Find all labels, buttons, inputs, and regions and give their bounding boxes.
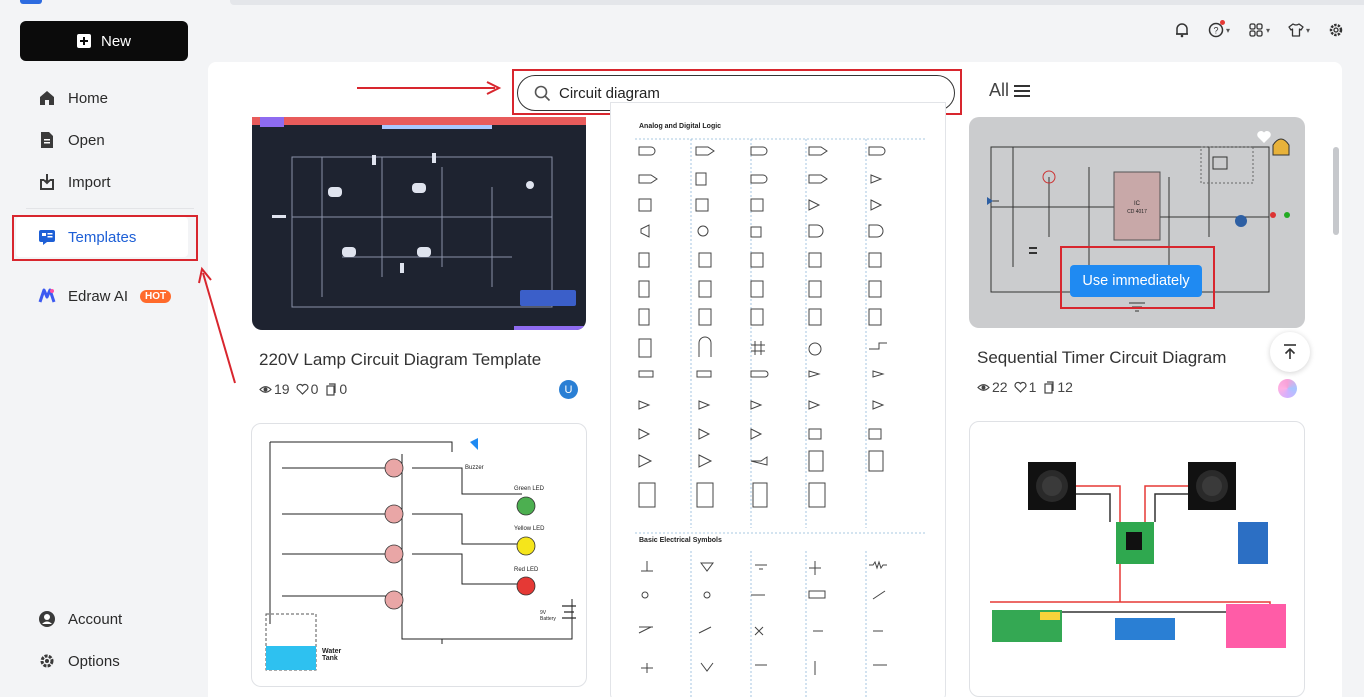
scrollbar-thumb[interactable] (1333, 147, 1339, 235)
new-button[interactable]: New (20, 21, 188, 61)
sidebar-divider (26, 208, 194, 209)
chevron-down-icon: ▾ (1265, 25, 1270, 35)
copies-count: 12 (1042, 379, 1073, 395)
sidebar-item-label: Options (68, 652, 120, 670)
template-thumbnail[interactable] (252, 117, 586, 330)
svg-text:CD 4017: CD 4017 (1127, 209, 1147, 215)
bell-icon (1175, 23, 1188, 38)
eye-icon (259, 385, 272, 393)
views-count: 19 (259, 381, 290, 397)
red-led-label: Red LED (514, 567, 539, 573)
sidebar-item-label: Edraw AI (68, 287, 129, 305)
plus-icon (76, 34, 91, 48)
sidebar-item-label: Account (68, 610, 123, 628)
sidebar-item-label: Templates (68, 228, 137, 246)
yellow-led-label: Yellow LED (514, 526, 545, 532)
copies-count: 0 (324, 381, 347, 397)
category-filter[interactable]: All (989, 80, 1031, 101)
template-thumbnail[interactable]: Analog and Digital Logic Basic Electrica… (610, 102, 946, 697)
water-tank-circuit-preview (265, 438, 576, 671)
help-button[interactable]: ? ▾ (1208, 20, 1230, 38)
apps-button[interactable]: ▾ (1248, 22, 1270, 38)
sidebar-item-open[interactable]: Open (38, 126, 105, 154)
account-icon (39, 611, 55, 627)
sidebar-item-account[interactable]: Account (38, 605, 122, 633)
battery-label: 9V Battery (540, 610, 556, 622)
theme-button[interactable]: ▾ (1288, 22, 1310, 38)
views-count: 22 (977, 379, 1008, 395)
circuit-preview-dark (252, 117, 586, 330)
copy-icon (1044, 380, 1054, 394)
sheet-heading: Basic Electrical Symbols (639, 537, 722, 544)
symbols-preview (635, 138, 927, 697)
likes-count: 0 (296, 381, 318, 397)
filter-label: All (989, 80, 1010, 100)
favorite-button[interactable] (1252, 125, 1276, 149)
sidebar-item-options[interactable]: Options (38, 647, 120, 675)
buzzer-label: Buzzer (465, 465, 484, 471)
sidebar-item-edraw-ai[interactable]: Edraw AI HOT (38, 282, 172, 310)
sidebar-item-templates[interactable]: Templates (16, 217, 188, 257)
sidebar-item-label: Home (68, 89, 109, 107)
heart-icon (1257, 131, 1271, 143)
app-logo (20, 0, 42, 4)
heart-outline-icon (1014, 381, 1027, 393)
edraw-ai-icon (38, 288, 56, 303)
templates-panel: All 220V Lamp Circuit Diagram Templat (208, 62, 1342, 697)
new-button-label: New (100, 32, 131, 50)
card-stats: 19 0 0 (259, 381, 347, 397)
use-immediately-button[interactable]: Use immediately (1070, 265, 1202, 297)
home-icon (40, 91, 54, 105)
sidebar-item-label: Open (68, 131, 105, 149)
notification-dot (1219, 20, 1225, 25)
arrow-up-icon (1284, 344, 1296, 359)
shirt-icon (1288, 23, 1304, 37)
apps-icon (1249, 23, 1263, 37)
template-thumbnail[interactable] (969, 421, 1305, 697)
settings-button[interactable] (1328, 22, 1344, 38)
chevron-down-icon: ▾ (1305, 25, 1310, 35)
chevron-down-icon: ▾ (1225, 25, 1230, 35)
card-stats: 22 1 12 (977, 379, 1073, 395)
search-input[interactable] (559, 84, 939, 102)
top-toolbar: ? ▾ ▾ ▾ (1174, 20, 1344, 38)
sidebar-item-label: Import (68, 173, 111, 191)
svg-text:IC: IC (1134, 201, 1141, 207)
eye-icon (977, 383, 990, 391)
sidebar: New Home Open Import Templates Edraw AI … (0, 5, 208, 697)
heart-outline-icon (296, 383, 309, 395)
card-title[interactable]: 220V Lamp Circuit Diagram Template (259, 350, 541, 370)
back-to-top-button[interactable] (1270, 332, 1310, 372)
search-icon (534, 85, 551, 101)
template-thumbnail[interactable]: Buzzer Green LED Yellow LED Red LED 9V B… (251, 423, 587, 687)
import-icon (40, 174, 54, 190)
sidebar-item-home[interactable]: Home (38, 84, 108, 112)
water-tank-label: Water Tank (322, 648, 342, 662)
menu-icon (1014, 84, 1031, 97)
templates-icon (39, 230, 55, 245)
svg-text:?: ? (1213, 26, 1218, 36)
notifications-button[interactable] (1174, 22, 1190, 38)
likes-count: 1 (1014, 379, 1036, 395)
author-avatar[interactable] (1278, 379, 1297, 398)
settings-icon (1329, 23, 1343, 37)
copy-icon (326, 382, 336, 396)
amplifier-board-preview (990, 462, 1286, 648)
template-thumbnail[interactable]: IC CD 4017 Use immediately (969, 117, 1305, 328)
green-led-label: Green LED (514, 486, 545, 492)
tab-strip (230, 0, 1364, 5)
hot-badge: HOT (140, 289, 172, 303)
file-icon (41, 132, 53, 148)
sidebar-item-import[interactable]: Import (38, 168, 111, 196)
card-title[interactable]: Sequential Timer Circuit Diagram (977, 348, 1226, 368)
author-avatar[interactable]: U (559, 380, 578, 399)
gear-icon (40, 654, 54, 668)
